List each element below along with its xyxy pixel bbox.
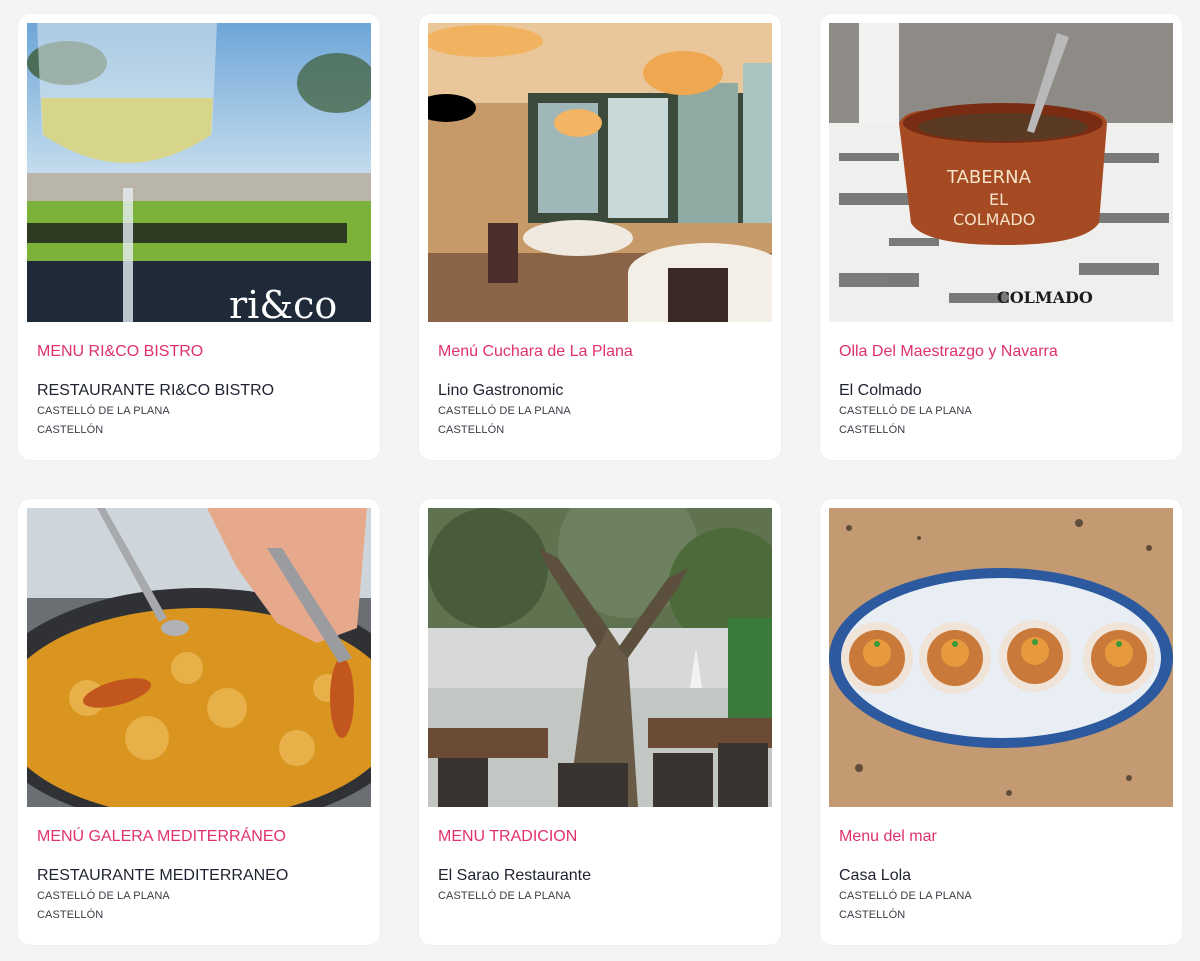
menu-photo-paella[interactable] xyxy=(27,508,371,807)
restaurant-name[interactable]: El Sarao Restaurante xyxy=(438,866,772,886)
menu-photo-clay-pot[interactable]: TABERNA EL COLMADO COLMADO xyxy=(829,23,1173,322)
city-label: CASTELLÓ DE LA PLANA xyxy=(438,405,571,417)
province-label: CASTELLÓN xyxy=(839,424,906,436)
menu-photo-terrace[interactable] xyxy=(428,508,772,807)
restaurant-name[interactable]: Casa Lola xyxy=(839,866,1173,886)
ricco-logo-text: ri&co xyxy=(229,283,337,322)
menu-title[interactable]: MENÚ GALERA MEDITERRÁNEO xyxy=(37,827,371,847)
province-label: CASTELLÓN xyxy=(438,424,505,436)
tablecloth-text-colmado: COLMADO xyxy=(997,288,1093,307)
menu-title[interactable]: MENU TRADICION xyxy=(438,827,772,847)
menu-title[interactable]: Menu del mar xyxy=(839,827,1173,847)
province-label: CASTELLÓN xyxy=(37,909,104,921)
pot-text-taberna: TABERNA xyxy=(946,167,1032,188)
pot-text-colmado: COLMADO xyxy=(953,210,1035,229)
menu-card[interactable]: MENU TRADICION El Sarao Restaurante CAST… xyxy=(419,499,781,945)
menu-card[interactable]: MENÚ GALERA MEDITERRÁNEO RESTAURANTE MED… xyxy=(18,499,380,945)
menu-card[interactable]: Menu del mar Casa Lola CASTELLÓ DE LA PL… xyxy=(820,499,1182,945)
menu-title[interactable]: Menú Cuchara de La Plana xyxy=(438,342,772,362)
city-label: CASTELLÓ DE LA PLANA xyxy=(37,890,170,902)
menu-photo-scallops[interactable] xyxy=(829,508,1173,807)
restaurant-name[interactable]: El Colmado xyxy=(839,381,1173,401)
restaurant-name[interactable]: Lino Gastronomic xyxy=(438,381,772,401)
menu-card-grid: ri&co MENU RI&CO BISTRO RESTAURANTE RI&C… xyxy=(18,14,1182,945)
city-label: CASTELLÓ DE LA PLANA xyxy=(37,405,170,417)
pot-text-el: EL xyxy=(989,190,1008,209)
menu-photo-wine-glass[interactable]: ri&co xyxy=(27,23,371,322)
menu-card[interactable]: TABERNA EL COLMADO COLMADO Olla Del Maes… xyxy=(820,14,1182,460)
menu-card[interactable]: Menú Cuchara de La Plana Lino Gastronomi… xyxy=(419,14,781,460)
menu-title[interactable]: Olla Del Maestrazgo y Navarra xyxy=(839,342,1173,362)
menu-title[interactable]: MENU RI&CO BISTRO xyxy=(37,342,371,362)
restaurant-name[interactable]: RESTAURANTE RI&CO BISTRO xyxy=(37,381,371,401)
menu-photo-dining-room[interactable] xyxy=(428,23,772,322)
city-label: CASTELLÓ DE LA PLANA xyxy=(839,405,972,417)
city-label: CASTELLÓ DE LA PLANA xyxy=(839,890,972,902)
restaurant-name[interactable]: RESTAURANTE MEDITERRANEO xyxy=(37,866,371,886)
menu-card[interactable]: ri&co MENU RI&CO BISTRO RESTAURANTE RI&C… xyxy=(18,14,380,460)
province-label: CASTELLÓN xyxy=(37,424,104,436)
city-label: CASTELLÓ DE LA PLANA xyxy=(438,890,571,902)
province-label: CASTELLÓN xyxy=(839,909,906,921)
